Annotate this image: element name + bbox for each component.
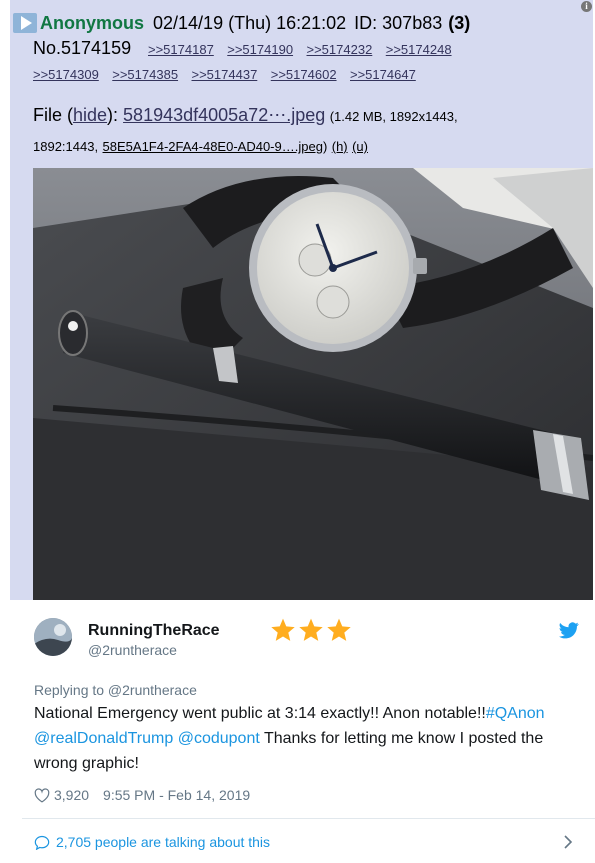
quote-link[interactable]: >>5174602 [271,67,337,82]
tweet-timestamp[interactable]: 9:55 PM - Feb 14, 2019 [103,787,250,803]
tweet-card: RunningTheRace @2runtherace Replying to … [22,600,595,863]
h-link[interactable]: (h) [332,139,348,154]
tweet-text: National Emergency went public at 3:14 e… [34,701,582,776]
quote-link[interactable]: >>5174647 [350,67,416,82]
post-datetime: 02/14/19 (Thu) 16:21:02 [153,12,347,33]
like-count[interactable]: 3,920 [54,787,89,803]
poster-id[interactable]: ID: 307b83 [354,13,442,34]
talking-about-text: 2,705 people are talking about this [56,834,271,850]
display-name[interactable]: RunningTheRace [88,622,220,640]
quote-link[interactable]: >>5174248 [386,42,452,57]
post-number-row: No.5174159 >>5174187 >>5174190 >>5174232… [33,38,461,59]
file-info-row-2: 1892:1443, 58E5A1F4-2FA4-48E0-AD40-9….jp… [33,139,368,154]
quote-link[interactable]: >>5174437 [192,67,258,82]
post-header: Anonymous 02/14/19 (Thu) 16:21:02 ID: 30… [10,10,470,36]
u-link[interactable]: (u) [352,139,368,154]
reply-count: (3) [448,12,471,33]
quote-link[interactable]: >>5174232 [307,42,373,57]
mention-link[interactable]: @codupont [178,730,260,747]
star-icon [269,617,297,643]
chevron-right-icon[interactable] [563,834,573,850]
quote-link[interactable]: >>5174309 [33,67,99,82]
talking-about-link[interactable]: 2,705 people are talking about this [34,834,270,850]
hide-file-link[interactable]: hide [73,105,107,125]
star-icon [325,617,353,643]
file-ratio: 1892:1443, [33,139,99,154]
quote-link[interactable]: >>5174190 [227,42,293,57]
heart-icon[interactable] [34,787,50,803]
file-label: File [33,105,63,125]
file-meta: (1.42 MB, 1892x1443, [329,109,458,124]
user-handle[interactable]: @2runtherace [88,642,177,658]
tweet-text-part: National Emergency went public at 3:14 e… [34,705,486,722]
info-icon[interactable]: i [581,1,592,12]
star-rating [269,617,353,643]
file-name-link[interactable]: 581943df4005a72⋯.jpeg [123,105,325,125]
divider [22,818,595,819]
poster-name: Anonymous [40,12,145,33]
post-image[interactable] [33,168,593,600]
star-icon [297,617,325,643]
file-info-row: File (hide): 581943df4005a72⋯.jpeg (1.42… [33,105,458,125]
hashtag-link[interactable]: #QAnon [486,705,545,722]
replying-to[interactable]: Replying to @2runtherace [34,682,197,698]
quote-links-row: >>5174309 >>5174385 >>5174437 >>5174602 … [33,66,425,84]
tweet-meta: 3,920 9:55 PM - Feb 14, 2019 [34,787,250,803]
original-filename-link[interactable]: 58E5A1F4-2FA4-48E0-AD40-9….jpeg [103,139,323,154]
imageboard-post: i Anonymous 02/14/19 (Thu) 16:21:02 ID: … [10,0,593,600]
quote-link[interactable]: >>5174385 [112,67,178,82]
mention-link[interactable]: @realDonaldTrump [34,730,173,747]
twitter-bird-icon[interactable] [559,622,579,639]
speech-bubble-icon [34,835,50,850]
post-number[interactable]: No.5174159 [33,38,131,58]
quote-link[interactable]: >>5174187 [148,42,214,57]
avatar[interactable] [34,618,72,656]
play-icon[interactable] [12,12,38,34]
